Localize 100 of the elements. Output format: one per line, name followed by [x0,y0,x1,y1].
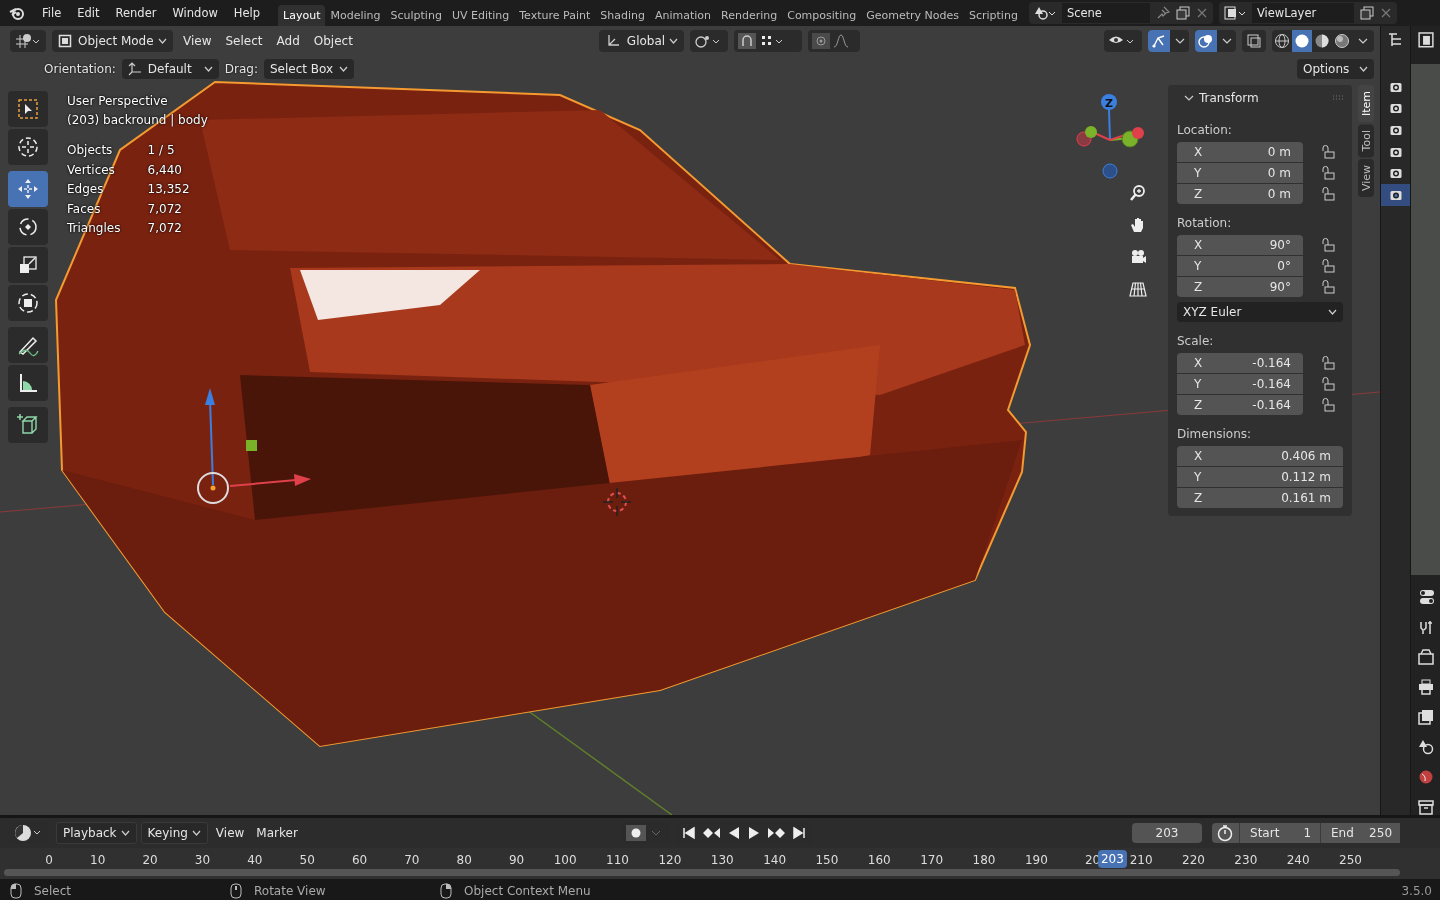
number-field[interactable]: Y 0 m [1177,163,1303,183]
cursor-tool-button[interactable] [8,129,48,165]
workspace-tab[interactable]: Texture Paint [514,5,596,26]
image-stack-icon[interactable] [1417,709,1434,725]
car-body-drawing[interactable] [55,81,1032,748]
unlocked-icon[interactable] [1321,238,1335,252]
workspace-tab[interactable]: Shading [595,5,650,26]
xray-toggle[interactable] [1242,30,1266,52]
duplicate-icon[interactable] [1359,6,1374,20]
number-field[interactable]: X 90° [1177,235,1303,255]
number-field[interactable]: X -0.164 [1177,353,1303,373]
timeline-menu-item[interactable]: Marker [252,826,302,840]
menu-item[interactable]: Edit [69,6,108,20]
workspace-tab[interactable]: Scripting [963,5,1023,26]
orientation-dropdown[interactable]: Global [598,30,684,52]
workspace-tab[interactable]: Sculpting [385,5,447,26]
chevron-down-icon[interactable] [1184,93,1194,103]
axis-gizmo-drawing[interactable]: Z [1076,94,1144,179]
overlay-button[interactable] [1195,30,1217,52]
timeline-dropdown[interactable]: Playback [56,822,137,844]
transform-tool-button[interactable] [8,285,48,321]
unlocked-icon[interactable] [1321,166,1335,180]
snap-button[interactable] [733,30,802,52]
chevron-down-icon[interactable] [1358,38,1368,44]
current-frame-field[interactable]: 203 [1132,823,1202,843]
unlocked-icon[interactable] [1321,356,1335,370]
add-cube-tool-button[interactable] [8,407,48,443]
panel-title[interactable]: Transform [1199,91,1327,105]
mode-dropdown[interactable]: Object Mode [52,30,173,52]
menu-item[interactable]: Window [164,6,226,20]
pin-icon[interactable] [1155,6,1170,20]
workspace-tab[interactable]: Geometry Nodes [861,5,964,26]
number-field[interactable]: X 0.406 m [1177,446,1343,466]
move-tool-button[interactable] [8,171,48,207]
globe-icon[interactable] [1417,769,1434,785]
close-icon[interactable] [1379,7,1392,19]
workspace-tab[interactable]: Layout [278,5,326,26]
menu-item[interactable]: Help [225,6,269,20]
next-keyframe-icon[interactable] [765,826,786,840]
sidebar-tab[interactable]: Item [1358,85,1374,123]
header-menu-item[interactable]: Add [272,34,304,48]
timeline-scrollbar[interactable] [4,869,1400,876]
number-field[interactable]: Y -0.164 [1177,374,1303,394]
rotation-mode-dropdown[interactable]: XYZ Euler [1177,302,1343,322]
unlocked-icon[interactable] [1321,398,1335,412]
proportional-editing-button[interactable] [807,30,860,52]
workspace-tab[interactable]: Rendering [716,5,783,26]
scene-icon[interactable] [1417,739,1434,755]
orientation-dropdown[interactable]: Default [121,59,219,79]
timeline-menu-item[interactable]: View [211,826,249,840]
select-tool-button[interactable] [8,91,48,127]
menu-item[interactable]: Render [107,6,165,20]
rotate-tool-button[interactable] [8,209,48,245]
number-field[interactable]: Z -0.164 [1177,395,1303,415]
number-field[interactable]: Z 90° [1177,277,1303,297]
header-menu-item[interactable]: View [179,34,216,48]
move-gizmo-drawing[interactable] [197,388,311,504]
sidebar-tab[interactable]: Tool [1358,124,1374,158]
annotate-tool-button[interactable] [8,327,48,363]
printer-icon[interactable] [1417,679,1434,695]
unlocked-icon[interactable] [1321,377,1335,391]
unlocked-icon[interactable] [1321,280,1335,294]
drag-handle-icon[interactable] [1332,95,1344,101]
3d-viewport[interactable] [0,26,1380,815]
unlocked-icon[interactable] [1321,259,1335,273]
scene-selector[interactable]: Scene [1028,2,1213,24]
end-frame-field[interactable]: End 250 [1320,823,1400,843]
options-dropdown[interactable]: Options [1297,59,1374,79]
timeline-dropdown[interactable]: Keying [140,822,208,844]
number-field[interactable]: X 0 m [1177,142,1303,162]
playhead-frame-badge[interactable]: 203 [1097,850,1127,868]
drag-dropdown[interactable]: Select Box [264,59,355,79]
pivot-point-button[interactable] [689,30,728,52]
blender-logo-icon[interactable] [9,5,25,21]
number-field[interactable]: Y 0° [1177,256,1303,276]
scale-tool-button[interactable] [8,247,48,283]
number-field[interactable]: Z 0.161 m [1177,488,1343,508]
unlocked-icon[interactable] [1321,187,1335,201]
workspace-tab[interactable]: Compositing [782,5,862,26]
shading-mode-button[interactable] [1292,30,1312,52]
wrench-icon[interactable] [1417,619,1434,635]
visibility-button[interactable] [1104,30,1142,52]
workspace-tab[interactable]: UV Editing [446,5,515,26]
number-field[interactable]: Y 0.112 m [1177,467,1343,487]
box-icon[interactable] [1417,799,1434,815]
close-icon[interactable] [1195,7,1208,19]
properties-icon[interactable] [1417,32,1434,48]
number-field[interactable]: Z 0 m [1177,184,1303,204]
gizmo-button[interactable] [1148,30,1170,52]
workspace-tab[interactable]: Animation [649,5,717,26]
sidebar-tab[interactable]: View [1358,159,1374,198]
unlocked-icon[interactable] [1321,145,1335,159]
render-toggle-icon[interactable] [1381,183,1410,206]
menu-item[interactable]: File [34,6,70,20]
header-menu-item[interactable]: Object [309,34,357,48]
measure-tool-button[interactable] [8,365,48,401]
previous-keyframe-icon[interactable] [701,826,722,840]
workspace-tab[interactable]: Modeling [325,5,386,26]
duplicate-icon[interactable] [1175,6,1190,20]
view-layer-selector[interactable]: ViewLayer [1218,2,1397,24]
